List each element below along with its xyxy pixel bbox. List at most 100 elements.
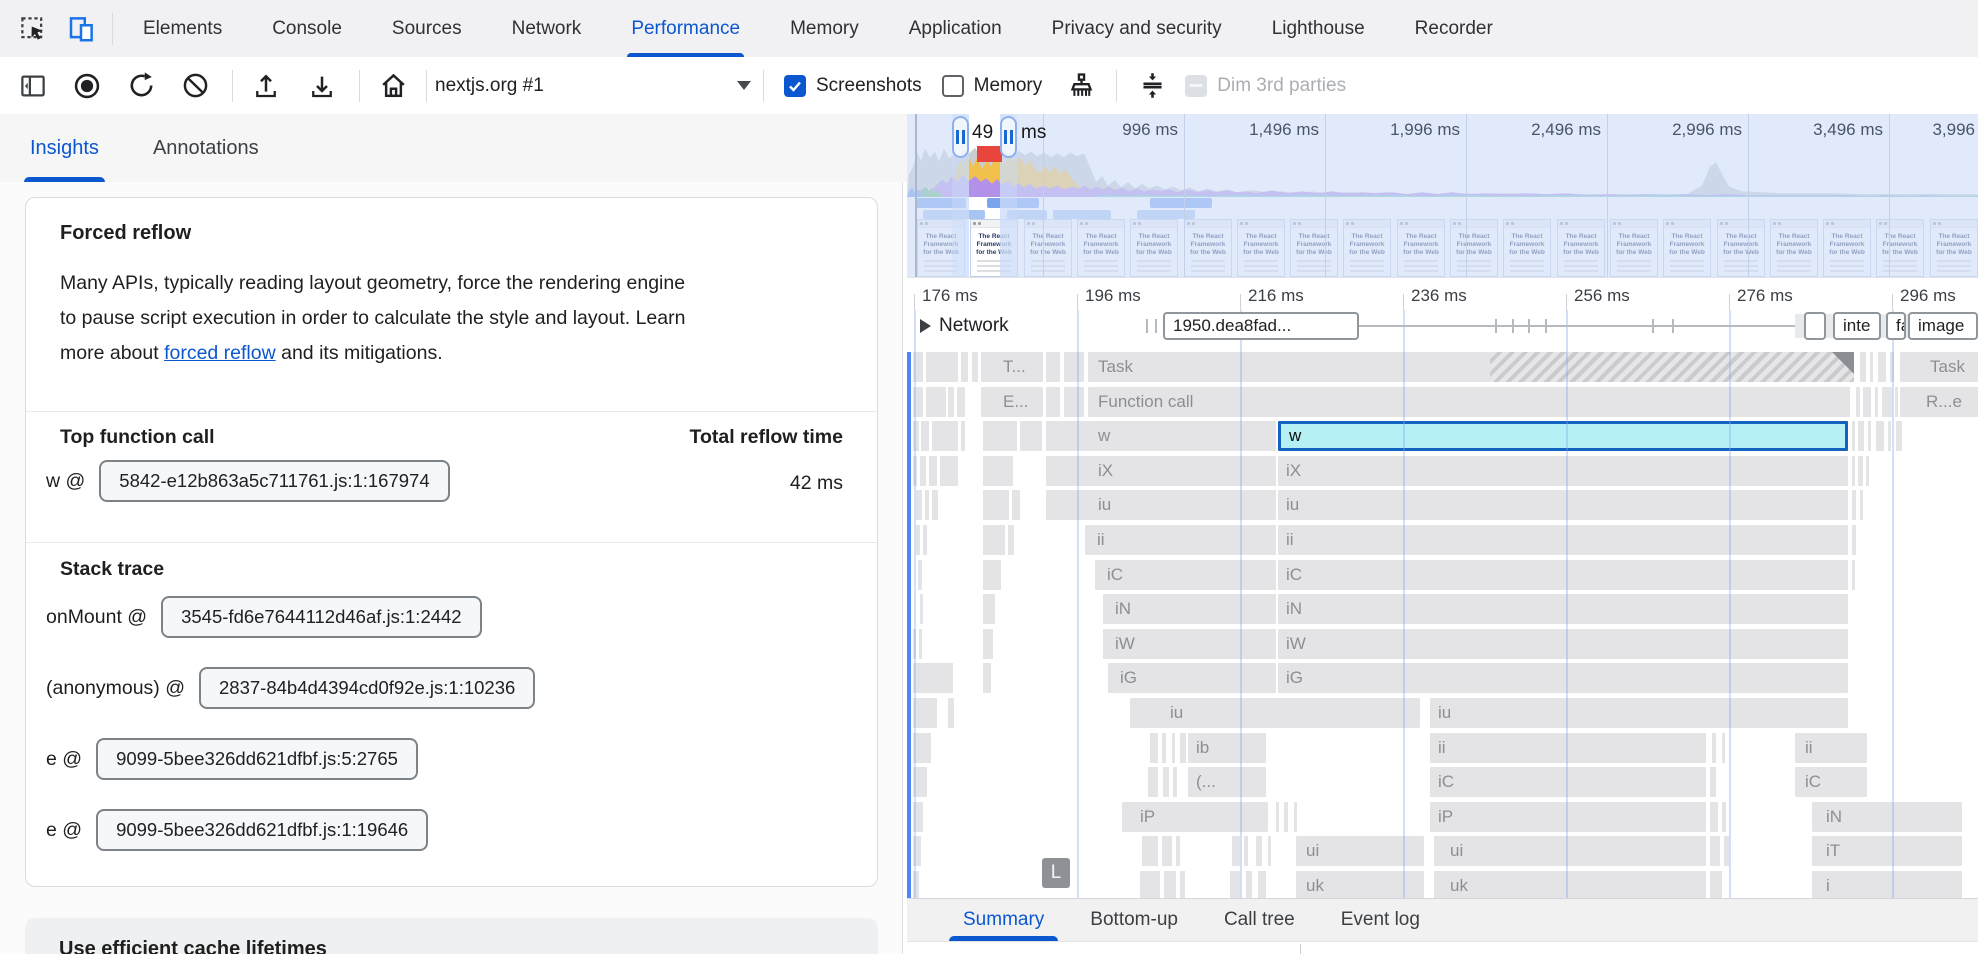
chart-gridline: [1729, 310, 1731, 898]
flame-event[interactable]: iu: [1430, 698, 1848, 728]
flame-event[interactable]: iu: [1130, 698, 1420, 728]
timing-marker-badge[interactable]: L: [1042, 858, 1070, 888]
home-button[interactable]: [374, 67, 412, 105]
cache-insight-card[interactable]: Use efficient cache lifetimes: [25, 918, 878, 954]
tab-elements[interactable]: Elements: [139, 0, 226, 57]
tab-network[interactable]: Network: [508, 0, 586, 57]
stack-trace-row: e @9099-5bee326dd621dfbf.js:1:19646: [46, 809, 428, 851]
tab-performance[interactable]: Performance: [627, 0, 744, 57]
flame-event[interactable]: iN: [1812, 802, 1962, 832]
flame-event[interactable]: ii: [1085, 525, 1276, 555]
flame-event[interactable]: ii: [1430, 733, 1706, 763]
flame-event[interactable]: uk: [1434, 871, 1706, 898]
flame-event[interactable]: iP: [1430, 802, 1706, 832]
save-profile-button[interactable]: [303, 67, 341, 105]
forced-reflow-link[interactable]: forced reflow: [164, 342, 276, 364]
flame-event[interactable]: iP: [1122, 802, 1268, 832]
flame-event[interactable]: Task: [1900, 352, 1978, 382]
flame-event[interactable]: iG: [1108, 663, 1276, 693]
toggle-sidebar-button[interactable]: [14, 67, 52, 105]
flame-event[interactable]: iX: [1278, 456, 1848, 486]
flame-event[interactable]: iu: [1046, 490, 1276, 520]
clear-button[interactable]: [176, 67, 214, 105]
history-select[interactable]: nextjs.org #1: [435, 67, 751, 105]
source-location-pill[interactable]: 3545-fd6e7644112d46af.js:1:2442: [161, 596, 482, 638]
flame-event[interactable]: T...: [981, 352, 1043, 382]
flame-chart[interactable]: T...TaskTaskE...Function callR...ewwiXiX…: [907, 278, 1978, 898]
flame-event[interactable]: iC: [1795, 767, 1867, 797]
tab-privacy-and-security[interactable]: Privacy and security: [1048, 0, 1226, 57]
flame-event[interactable]: iW: [1103, 629, 1276, 659]
flame-fragment: [1875, 387, 1878, 417]
flame-event[interactable]: Task: [1088, 352, 1490, 382]
tab-sources[interactable]: Sources: [388, 0, 466, 57]
timeline-overview[interactable]: The ReactFrameworkfor the WebThe ReactFr…: [907, 114, 1978, 278]
source-location-pill[interactable]: 9099-5bee326dd621dfbf.js:1:19646: [96, 809, 428, 851]
source-location-pill[interactable]: 9099-5bee326dd621dfbf.js:5:2765: [96, 738, 418, 780]
sidebar-tab-annotations[interactable]: Annotations: [153, 114, 259, 182]
flame-event[interactable]: iT: [1812, 836, 1962, 866]
screenshots-toggle[interactable]: Screenshots: [784, 75, 922, 97]
tab-recorder[interactable]: Recorder: [1411, 0, 1497, 57]
selection-handle[interactable]: [1000, 116, 1017, 158]
flame-event[interactable]: iu: [1278, 490, 1848, 520]
flame-event[interactable]: ib: [1188, 733, 1266, 763]
flame-event[interactable]: E...: [981, 387, 1043, 417]
screenshots-checkbox[interactable]: [784, 75, 806, 97]
source-location-pill[interactable]: 5842-e12b863a5c711761.js:1:167974: [99, 460, 449, 502]
tab-memory[interactable]: Memory: [786, 0, 863, 57]
flame-event[interactable]: ui: [1434, 836, 1706, 866]
flame-event[interactable]: ii: [1278, 525, 1848, 555]
record-reload-button[interactable]: [122, 67, 160, 105]
flame-event-hatched[interactable]: [1490, 352, 1854, 382]
flame-event[interactable]: iC: [1430, 767, 1706, 797]
details-tab-event-log[interactable]: Event log: [1341, 899, 1420, 941]
function-name: onMount @: [46, 606, 147, 629]
forced-reflow-card[interactable]: Forced reflow Many APIs, typically readi…: [25, 197, 878, 887]
flame-event[interactable]: ui: [1296, 836, 1424, 866]
tab-application[interactable]: Application: [905, 0, 1006, 57]
flame-event[interactable]: iG: [1278, 663, 1848, 693]
section-headers: Top function call Total reflow time: [60, 426, 843, 449]
flame-event-label: ii: [1278, 525, 1848, 555]
network-request-pill[interactable]: image: [1908, 312, 1978, 340]
source-location-pill[interactable]: 2837-84b4d4394cd0f92e.js:1:10236: [199, 667, 535, 709]
details-tab-bottom-up[interactable]: Bottom-up: [1090, 899, 1178, 941]
flame-event[interactable]: ii: [1795, 733, 1867, 763]
network-request-pill[interactable]: [1804, 312, 1826, 340]
load-profile-button[interactable]: [247, 67, 285, 105]
flame-event[interactable]: iW: [1278, 629, 1848, 659]
inspect-element-icon[interactable]: [16, 12, 50, 46]
flame-event[interactable]: iN: [1278, 594, 1848, 624]
network-request-pill[interactable]: inte: [1833, 312, 1881, 340]
flame-event[interactable]: iC: [1278, 560, 1848, 590]
tab-console[interactable]: Console: [268, 0, 346, 57]
flame-event[interactable]: w: [1046, 421, 1276, 451]
network-track-header[interactable]: Network: [920, 315, 1009, 337]
record-button[interactable]: [68, 67, 106, 105]
collect-garbage-button[interactable]: [1062, 67, 1100, 105]
flame-event[interactable]: i: [1812, 871, 1962, 898]
tab-lighthouse[interactable]: Lighthouse: [1268, 0, 1369, 57]
flame-event[interactable]: uk: [1296, 871, 1424, 898]
collapse-flame-button[interactable]: [1133, 67, 1171, 105]
details-tab-call-tree[interactable]: Call tree: [1224, 899, 1295, 941]
flame-event[interactable]: iX: [1046, 456, 1276, 486]
flame-fragment: [1268, 836, 1271, 866]
flame-event[interactable]: R...e: [1900, 387, 1978, 417]
flame-fragment: [1878, 352, 1886, 382]
network-request-pill[interactable]: fa: [1886, 312, 1906, 340]
memory-checkbox[interactable]: [942, 75, 964, 97]
network-request-pill[interactable]: 1950.dea8fad...: [1163, 312, 1359, 340]
flame-event[interactable]: Function call: [1088, 387, 1850, 417]
flame-event-selected[interactable]: w: [1278, 421, 1848, 451]
flame-event[interactable]: iN: [1103, 594, 1276, 624]
selection-handle[interactable]: [952, 116, 969, 158]
device-toolbar-icon[interactable]: [64, 12, 98, 46]
sidebar-tab-insights[interactable]: Insights: [30, 114, 99, 182]
disclosure-triangle-icon[interactable]: [920, 319, 931, 333]
flame-event[interactable]: (...: [1188, 767, 1266, 797]
flame-event[interactable]: iC: [1095, 560, 1276, 590]
memory-toggle[interactable]: Memory: [942, 75, 1043, 97]
details-tab-summary[interactable]: Summary: [963, 899, 1044, 941]
